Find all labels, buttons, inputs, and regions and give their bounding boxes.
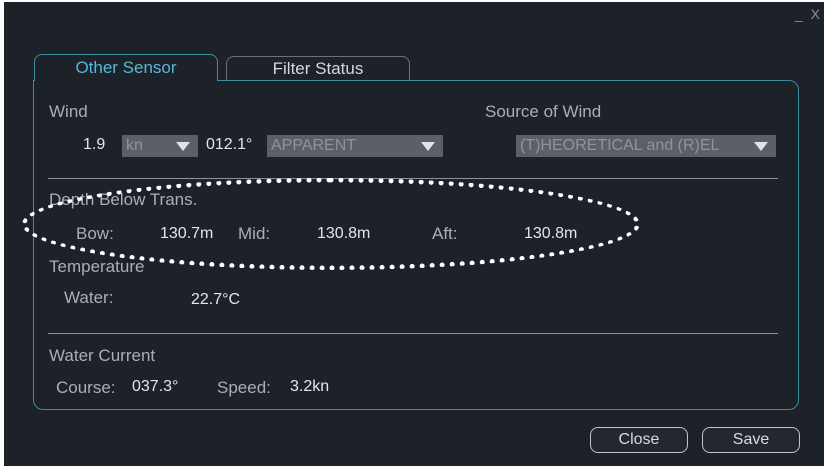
temperature-title: Temperature [49, 257, 145, 276]
depth-bow-value: 130.7m [160, 225, 214, 242]
depth-aft-value: 130.8m [524, 225, 578, 242]
depth-bow-label: Bow: [76, 224, 114, 243]
depth-title: Depth Below Trans. [49, 190, 198, 209]
wind-title: Wind [49, 102, 88, 121]
wind-unit-value: kn [126, 137, 143, 154]
wind-mode-value: APPARENT [271, 137, 357, 154]
water-temp-label: Water: [64, 288, 114, 307]
sensor-dialog: _ X Other Sensor Filter Status Wind 1.9 … [4, 2, 824, 466]
depth-mid-value: 130.8m [317, 225, 371, 242]
tab-other-sensor[interactable]: Other Sensor [34, 54, 218, 81]
water-temp-value: 22.7°C [191, 291, 241, 308]
water-current-title: Water Current [49, 346, 156, 365]
wind-mode-dropdown[interactable]: APPARENT [267, 135, 443, 157]
course-value: 037.3° [132, 378, 179, 395]
divider [48, 178, 778, 179]
chevron-down-icon [176, 142, 190, 151]
source-of-wind-value: (T)HEORETICAL and (R)EL [520, 137, 720, 154]
wind-speed-value: 1.9 [83, 136, 106, 153]
divider [48, 333, 778, 334]
depth-aft-label: Aft: [432, 224, 458, 243]
course-label: Course: [56, 378, 116, 397]
source-of-wind-dropdown[interactable]: (T)HEORETICAL and (R)EL [516, 135, 776, 157]
wind-direction-value: 012.1° [206, 136, 253, 153]
depth-mid-label: Mid: [238, 224, 271, 243]
current-speed-label: Speed: [217, 378, 271, 397]
chevron-down-icon [754, 142, 768, 151]
wind-unit-dropdown[interactable]: kn [122, 135, 198, 157]
current-speed-value: 3.2kn [290, 378, 330, 395]
other-sensor-panel: Wind 1.9 kn 012.1° APPARENT Source of Wi… [33, 80, 799, 410]
tab-filter-status[interactable]: Filter Status [226, 56, 410, 80]
save-button[interactable]: Save [702, 427, 800, 453]
source-of-wind-title: Source of Wind [485, 102, 602, 121]
window-controls[interactable]: _ X [795, 6, 822, 22]
close-button[interactable]: Close [590, 427, 688, 453]
chevron-down-icon [421, 142, 435, 151]
